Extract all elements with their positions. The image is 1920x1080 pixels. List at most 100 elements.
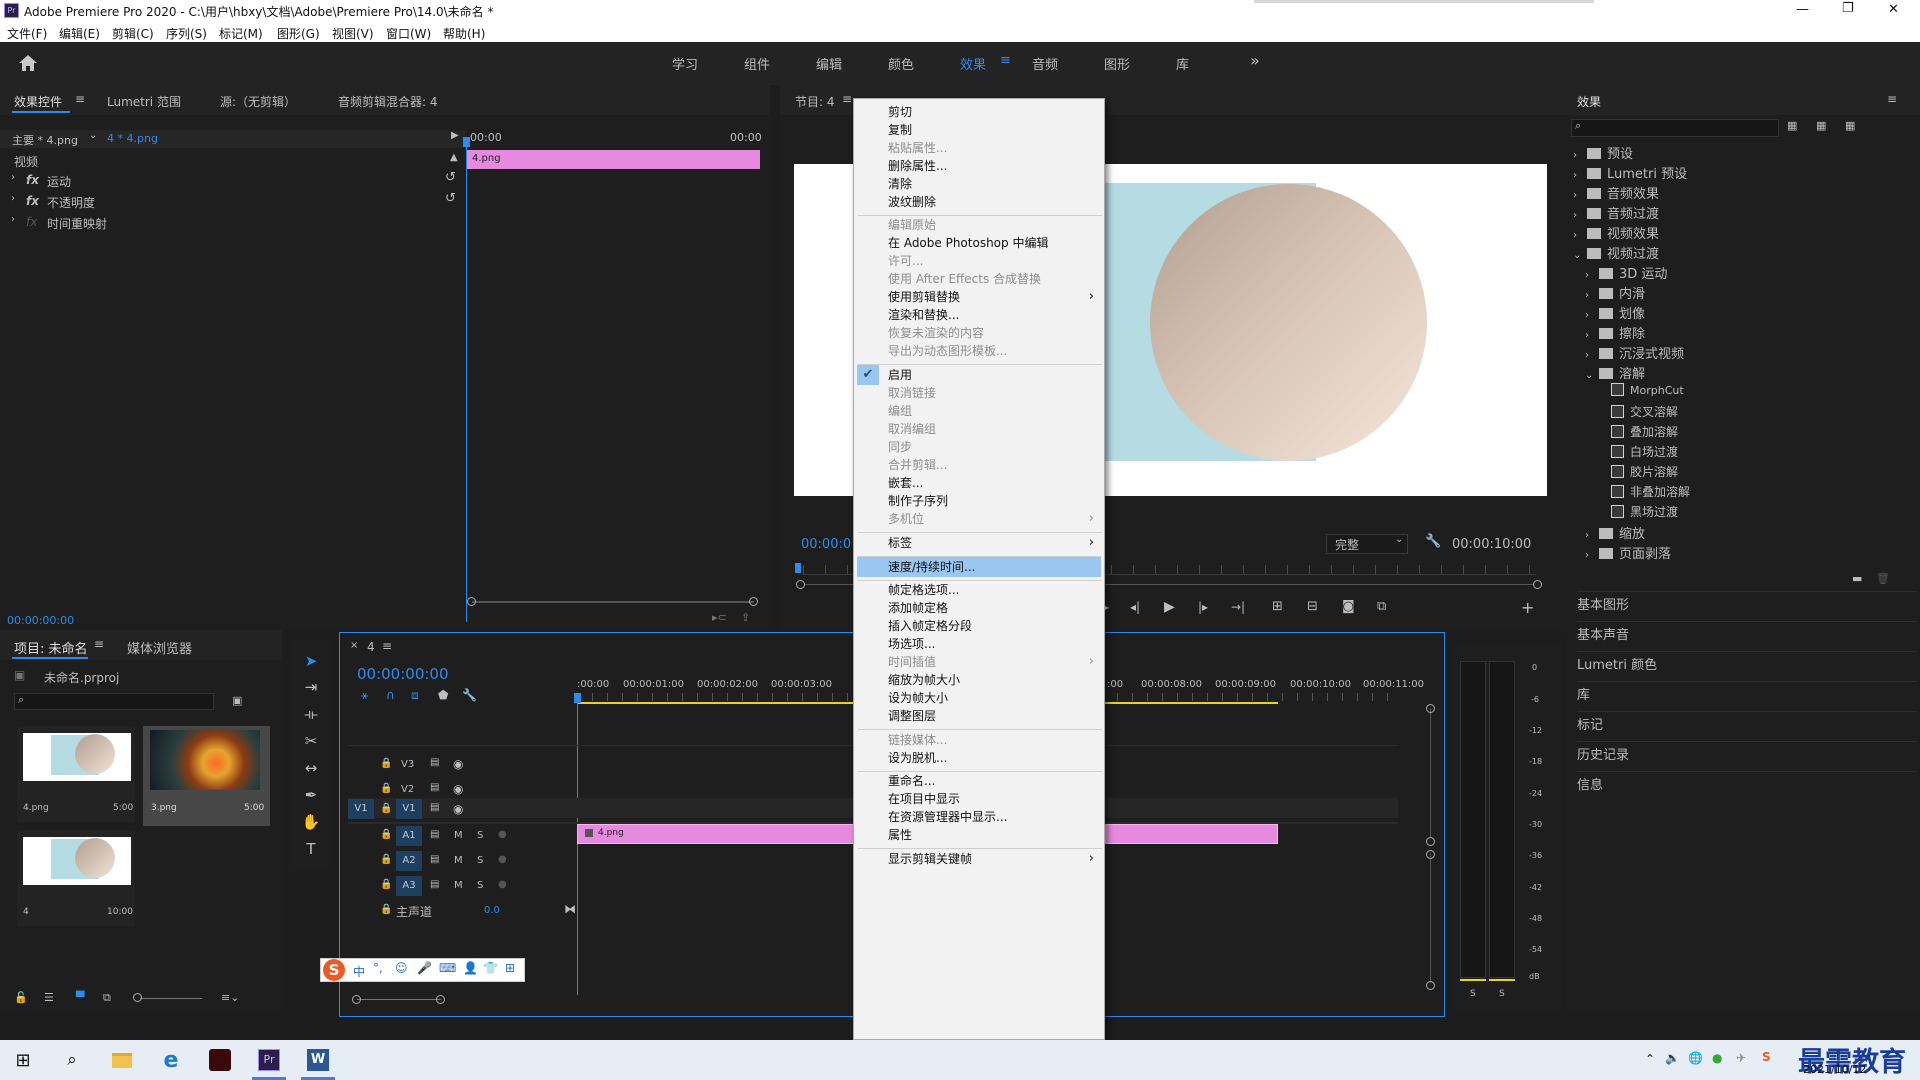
- effects-folder[interactable]: › 划像: [1585, 303, 1645, 322]
- project-menu-icon[interactable]: ≡: [94, 637, 104, 651]
- tab-project[interactable]: 项目: 未命名: [14, 638, 88, 657]
- volume-icon[interactable]: 🔈: [1665, 1051, 1680, 1065]
- tray-sogou-icon[interactable]: S: [1762, 1050, 1771, 1064]
- tab-source[interactable]: 源:（无剪辑）: [220, 93, 296, 110]
- tray-app-icon[interactable]: ✈: [1736, 1051, 1746, 1065]
- effects-folder[interactable]: › 预设: [1573, 143, 1633, 162]
- chevron-right-icon[interactable]: ›: [1573, 230, 1587, 241]
- program-menu-icon[interactable]: ≡: [842, 92, 852, 106]
- timeline-playhead-head[interactable]: [574, 693, 581, 703]
- panel-section[interactable]: 标记: [1577, 711, 1917, 739]
- sync-lock-icon[interactable]: ▤: [430, 757, 439, 768]
- source-patch-v1[interactable]: V1: [348, 799, 374, 819]
- effect-item[interactable]: 非叠加溶解: [1597, 483, 1690, 500]
- chevron-right-icon[interactable]: ›: [1585, 350, 1599, 361]
- menu-window[interactable]: 窗口(W): [386, 25, 431, 42]
- ime-mode[interactable]: 中: [353, 963, 365, 980]
- timeline-hscroll[interactable]: [357, 999, 441, 1000]
- zoom-slider-handle[interactable]: [133, 993, 142, 1002]
- menu-graphics[interactable]: 图形(G): [277, 25, 320, 42]
- effects-folder[interactable]: ⌄ 溶解: [1585, 363, 1645, 382]
- edge-icon[interactable]: e: [157, 1045, 185, 1075]
- fx-motion-badge[interactable]: fx: [26, 173, 39, 187]
- lock-icon[interactable]: 🔒: [380, 758, 392, 769]
- eye-icon[interactable]: ◉: [453, 757, 463, 771]
- network-icon[interactable]: 🌐: [1688, 1051, 1703, 1065]
- sync-lock-icon[interactable]: ▤: [430, 879, 439, 890]
- timeline-timecode[interactable]: 00:00:00:00: [357, 665, 449, 683]
- track-label-v1[interactable]: V1: [396, 799, 422, 819]
- maximize-button[interactable]: ❐: [1842, 1, 1854, 16]
- master-volume[interactable]: 0.0: [484, 905, 500, 916]
- sync-lock-icon[interactable]: ▤: [430, 854, 439, 865]
- razor-tool-icon[interactable]: ✂: [296, 732, 326, 754]
- mute-button[interactable]: M: [454, 855, 463, 866]
- ime-toolbar[interactable]: S 中 °, ☺ 🎤 ⌨ 👤 👕 ⊞: [320, 958, 525, 982]
- effect-item[interactable]: 叠加溶解: [1597, 423, 1678, 440]
- workspace-libraries[interactable]: 库: [1176, 54, 1189, 73]
- start-icon[interactable]: ⊞: [9, 1045, 37, 1075]
- step-back-icon[interactable]: ◂|: [1130, 600, 1140, 614]
- workspace-effects[interactable]: 效果: [960, 54, 986, 73]
- menu-file[interactable]: 文件(F): [7, 25, 47, 42]
- hand-tool-icon[interactable]: ✋: [296, 813, 326, 835]
- chevron-right-icon[interactable]: ›: [1585, 310, 1599, 321]
- panel-section[interactable]: 历史记录: [1577, 741, 1917, 769]
- pen-tool-icon[interactable]: ✒: [296, 786, 326, 808]
- menu-clip[interactable]: 剪辑(C): [112, 25, 154, 42]
- menu-marker[interactable]: 标记(M): [219, 25, 263, 42]
- camera-icon[interactable]: ◙: [1342, 599, 1355, 614]
- effects-folder[interactable]: › 3D 运动: [1585, 263, 1667, 282]
- timeline-playhead[interactable]: [577, 695, 578, 995]
- timeline-vscroll-v[interactable]: [1430, 708, 1431, 838]
- workspace-effects-menu-icon[interactable]: ≡: [1000, 53, 1011, 68]
- ec-zoom-handle-left[interactable]: [467, 597, 476, 606]
- panel-section[interactable]: 信息: [1577, 771, 1917, 799]
- expand-time-remap-icon[interactable]: ›: [11, 214, 15, 225]
- close-tab-icon[interactable]: ×: [350, 640, 358, 651]
- selection-tool-icon[interactable]: ➤: [296, 652, 326, 674]
- new-folder-icon[interactable]: ▬: [1852, 572, 1862, 585]
- accelerated-icon[interactable]: ▦: [1787, 119, 1797, 132]
- effects-folder[interactable]: › 缩放: [1585, 523, 1645, 542]
- program-playhead[interactable]: [795, 563, 801, 573]
- ec-zoom-handle-right[interactable]: [749, 597, 758, 606]
- chevron-right-icon[interactable]: ›: [1573, 190, 1587, 201]
- workspace-graphics[interactable]: 图形: [1104, 54, 1130, 73]
- expand-motion-icon[interactable]: ›: [11, 172, 15, 183]
- menu-item[interactable]: 显示剪辑关键帧: [888, 848, 972, 870]
- effects-folder[interactable]: › 沉浸式视频: [1585, 343, 1684, 362]
- go-to-end-icon[interactable]: ⧓: [564, 902, 576, 916]
- menu-item[interactable]: 标签: [888, 532, 912, 554]
- effect-item[interactable]: 胶片溶解: [1597, 463, 1678, 480]
- settings-wrench-icon[interactable]: 🔧: [1425, 534, 1441, 549]
- menu-item[interactable]: 波纹删除: [888, 191, 936, 213]
- program-scroll-right[interactable]: [1533, 580, 1542, 589]
- panel-section[interactable]: Lumetri 颜色: [1577, 651, 1917, 679]
- track-label-v3[interactable]: V3: [401, 759, 414, 770]
- lock-icon[interactable]: 🔓: [14, 991, 28, 1004]
- ime-grid-icon[interactable]: ⊞: [505, 961, 515, 975]
- eye-icon[interactable]: ◉: [453, 782, 463, 796]
- track-label-v2[interactable]: V2: [401, 784, 414, 795]
- effect-item[interactable]: MorphCut: [1597, 383, 1684, 398]
- reset-motion-icon[interactable]: ↺: [445, 170, 456, 185]
- track-label-a3[interactable]: A3: [396, 876, 422, 896]
- menu-item[interactable]: 属性: [888, 824, 912, 846]
- ime-emoji-icon[interactable]: ☺: [395, 961, 408, 975]
- sogou-icon[interactable]: S: [323, 959, 345, 981]
- 32bit-icon[interactable]: ▦: [1816, 119, 1826, 132]
- export-icon[interactable]: ⇪: [741, 611, 750, 624]
- sequence-menu-icon[interactable]: ≡: [382, 639, 392, 653]
- program-timecode[interactable]: 00:00:0: [801, 537, 851, 552]
- ec-zoom-scrollbar[interactable]: [472, 601, 754, 603]
- solo-button[interactable]: S: [477, 880, 483, 891]
- effect-item[interactable]: 交叉溶解: [1597, 403, 1678, 420]
- tab-audio-clip-mixer[interactable]: 音频剪辑混合器: 4: [338, 93, 438, 110]
- lock-icon[interactable]: 🔒: [380, 783, 392, 794]
- word-icon[interactable]: W: [304, 1045, 332, 1075]
- yuv-icon[interactable]: ▦: [1845, 119, 1855, 132]
- effects-search-input[interactable]: [1571, 119, 1779, 137]
- file-explorer-icon[interactable]: [108, 1045, 136, 1075]
- fx-opacity-badge[interactable]: fx: [26, 194, 39, 208]
